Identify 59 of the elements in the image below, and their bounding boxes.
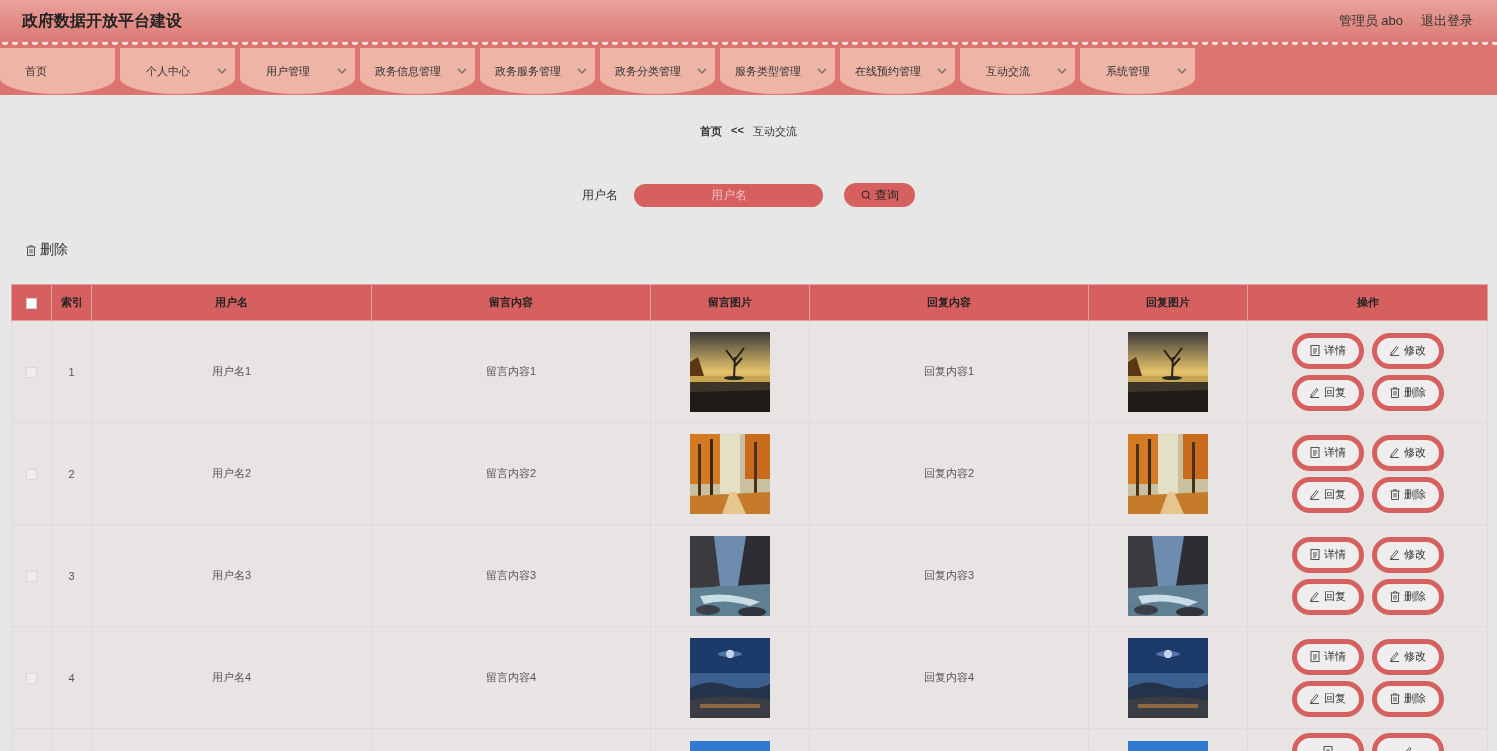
column-header: 回复图片: [1088, 284, 1248, 321]
table-cell: 留言内容4: [485, 671, 537, 683]
delete-button[interactable]: 删除: [26, 241, 68, 259]
nav-tab[interactable]: 系统管理: [1080, 48, 1195, 94]
table-cell: 留言内容1: [485, 365, 537, 377]
action-button[interactable]: 修改: [1371, 638, 1444, 675]
action-button[interactable]: 删除: [1371, 578, 1444, 615]
table-cell: 3: [68, 569, 75, 582]
table-cell: 1: [68, 365, 75, 378]
table-cell: 用户名2: [211, 467, 252, 479]
table-cell: 4: [68, 671, 75, 684]
action-button[interactable]: 详情: [1291, 434, 1364, 471]
action-button[interactable]: 删除: [1371, 680, 1444, 717]
column-header: 回复内容: [809, 284, 1089, 321]
action-button[interactable]: 详情: [1291, 638, 1364, 675]
action-button[interactable]: 回复: [1291, 578, 1364, 615]
table-cell: 回复内容1: [923, 365, 975, 377]
nav-tab[interactable]: 用户管理: [240, 48, 355, 94]
nav-tab[interactable]: 服务类型管理: [720, 48, 835, 94]
user-name: 管理员 abo: [1338, 12, 1403, 30]
table-cell: 回复内容4: [923, 671, 975, 683]
column-header: 用户名: [91, 284, 372, 321]
table-cell: 留言内容3: [485, 569, 537, 581]
action-button[interactable]: 修改: [1371, 332, 1444, 369]
nav-tab[interactable]: 政务分类管理: [600, 48, 715, 94]
breadcrumb-separator: <<: [731, 124, 744, 138]
table-cell: 留言内容2: [485, 467, 537, 479]
nav-tab[interactable]: 政务服务管理: [480, 48, 595, 94]
nav-tab[interactable]: 政务信息管理: [360, 48, 475, 94]
breadcrumb-current: 互动交流: [752, 124, 797, 139]
search-field[interactable]: 用户名: [634, 183, 823, 207]
column-header: 操作: [1247, 284, 1488, 321]
action-button[interactable]: 删除: [1371, 374, 1444, 411]
table-cell: 用户名1: [211, 365, 252, 377]
logout-link[interactable]: 退出登录: [1421, 12, 1473, 30]
column-header: 留言内容: [371, 284, 651, 321]
action-button[interactable]: 回复: [1291, 374, 1364, 411]
column-header: 留言图片: [650, 284, 810, 321]
table-cell: 用户名4: [211, 671, 252, 683]
search-label: 用户名: [582, 186, 618, 204]
action-button[interactable]: 删除: [1371, 476, 1444, 513]
nav-tab[interactable]: 首页: [0, 48, 115, 94]
action-button[interactable]: 修改: [1371, 536, 1444, 573]
action-button[interactable]: 回复: [1291, 680, 1364, 717]
column-header: 索引: [51, 284, 92, 321]
table-cell: 回复内容2: [923, 467, 975, 479]
table-cell: 用户名3: [211, 569, 252, 581]
action-button[interactable]: 回复: [1291, 476, 1364, 513]
table-cell: 2: [68, 467, 75, 480]
action-button[interactable]: 详情: [1291, 536, 1364, 573]
action-button[interactable]: 详情: [1291, 332, 1364, 369]
nav-tab[interactable]: 在线预约管理: [840, 48, 955, 94]
nav-tab[interactable]: 互动交流: [960, 48, 1075, 94]
action-button[interactable]: 修改: [1371, 434, 1444, 471]
table-cell: 回复内容3: [923, 569, 975, 581]
search-button[interactable]: 查询: [844, 183, 915, 207]
site-title: 政府数据开放平台建设: [22, 10, 182, 31]
nav-tab[interactable]: 个人中心: [120, 48, 235, 94]
breadcrumb-link[interactable]: 首页: [700, 124, 723, 139]
